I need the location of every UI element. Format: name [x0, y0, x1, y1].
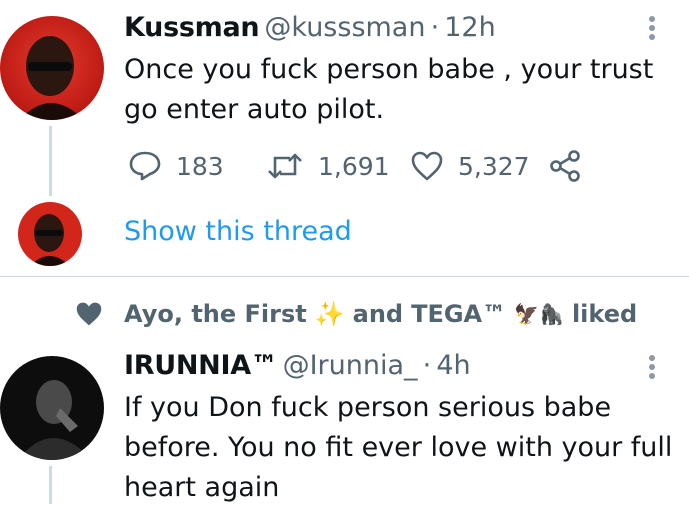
thread-line	[49, 126, 52, 196]
share-button[interactable]	[548, 150, 596, 182]
reply-button[interactable]: 183	[128, 150, 224, 182]
tweet-text-line: Once you fuck person babe , your trust	[124, 54, 654, 85]
retweet-button[interactable]: 1,691	[266, 150, 390, 182]
heart-filled-icon	[76, 302, 102, 326]
tweet-text-line: heart again	[124, 472, 280, 503]
like-count: 5,327	[458, 151, 530, 181]
separator: ·	[422, 350, 432, 381]
show-thread-link[interactable]: Show this thread	[124, 216, 352, 247]
display-name[interactable]: IRUNNIA™	[124, 350, 278, 381]
timestamp[interactable]: 4h	[436, 350, 470, 381]
reply-icon	[129, 151, 161, 181]
tweet-text-line: before. You no fit ever love with your f…	[124, 432, 673, 463]
like-button[interactable]: 5,327	[410, 150, 530, 182]
tweet1-text: Once you fuck person babe , your trust g…	[124, 50, 684, 130]
user-handle[interactable]: @kusssman	[264, 12, 425, 43]
separator: ·	[430, 12, 440, 43]
thread-line	[49, 466, 52, 504]
more-icon[interactable]	[648, 16, 656, 43]
tweet-text-line: If you Don fuck person serious babe	[124, 392, 612, 423]
tweet2-text: If you Don fuck person serious babe befo…	[124, 388, 689, 508]
social-context: Ayo, the First ✨ and TEGA™ 🦅🦍 liked	[74, 300, 645, 328]
user-2-emojis: 🦅🦍	[514, 302, 564, 326]
conjunction: and	[352, 300, 404, 328]
sparkles-emoji: ✨	[314, 300, 345, 328]
liked-by-user-1[interactable]: Ayo, the First	[124, 300, 307, 328]
liked-suffix: liked	[571, 300, 638, 328]
retweet-icon	[268, 153, 302, 179]
more-icon[interactable]	[648, 355, 656, 382]
divider	[0, 276, 689, 277]
retweet-count: 1,691	[318, 151, 390, 181]
avatar-irunnia[interactable]	[0, 356, 104, 460]
tweet-text-line: go enter auto pilot.	[124, 94, 385, 125]
user-handle[interactable]: @Irunnia_	[283, 350, 418, 381]
liked-by-user-2[interactable]: TEGA™	[411, 300, 506, 328]
share-icon	[550, 150, 580, 182]
tweet1-header: Kussman @kusssman · 12h	[124, 12, 496, 43]
like-icon	[411, 151, 443, 181]
display-name[interactable]: Kussman	[124, 12, 260, 43]
reply-count: 183	[176, 151, 224, 181]
avatar-kussman[interactable]	[0, 16, 104, 120]
tweet2-header: IRUNNIA™ @Irunnia_ · 4h	[124, 350, 471, 381]
timestamp[interactable]: 12h	[444, 12, 495, 43]
avatar-kussman-small[interactable]	[18, 202, 82, 266]
